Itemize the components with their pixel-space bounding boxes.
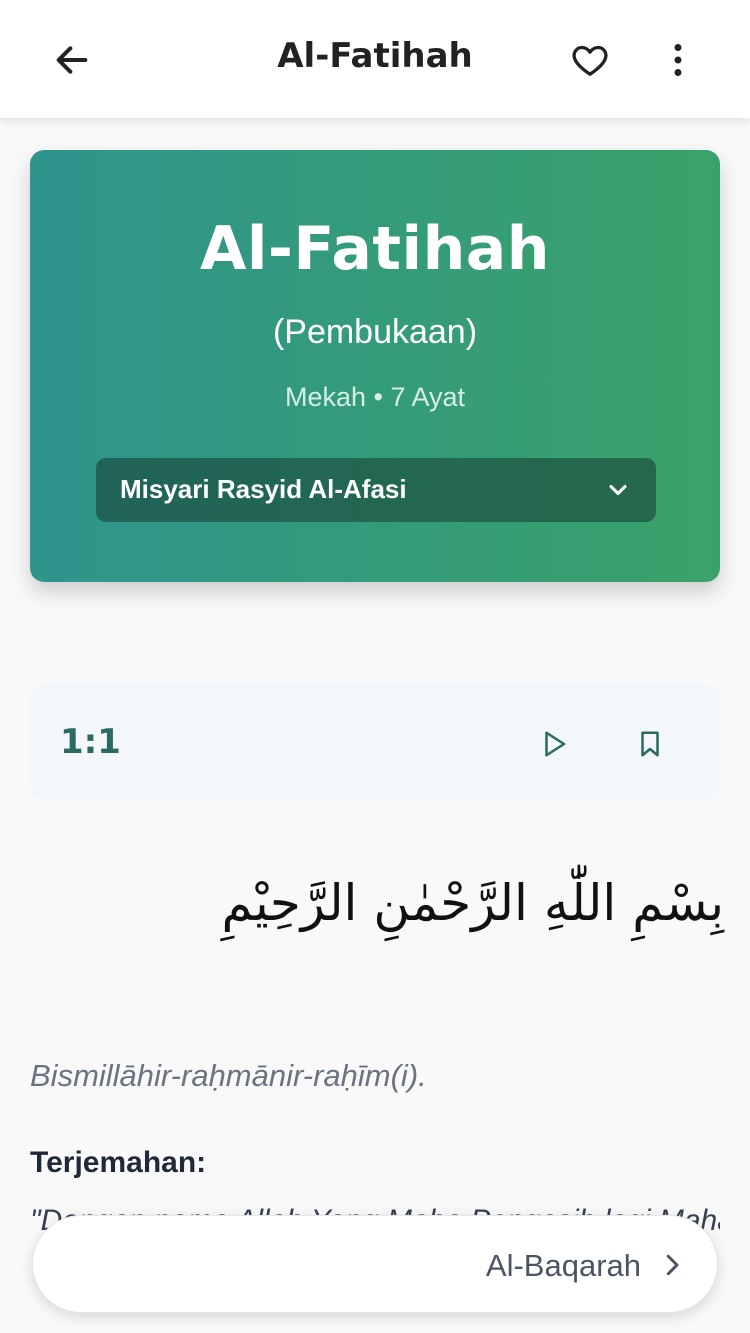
more-vertical-icon (674, 44, 682, 76)
translation-label: Terjemahan: (30, 1146, 207, 1179)
heart-icon (572, 45, 608, 76)
play-verse-button[interactable] (532, 722, 576, 766)
reciter-select[interactable]: Misyari Rasyid Al-Afasi (96, 458, 656, 522)
surah-meaning: (Pembukaan) (272, 313, 478, 351)
chevron-right-icon (666, 1254, 679, 1276)
verse-toolbar: 1:1 (30, 684, 720, 800)
next-surah-button[interactable]: Al-Baqarah (32, 1215, 718, 1313)
chevron-down-icon (609, 484, 627, 496)
bookmark-verse-button[interactable] (628, 722, 672, 766)
more-options-button[interactable] (650, 32, 706, 88)
next-surah-label: Al-Baqarah (485, 1248, 641, 1283)
verse-transliteration: Bismillāhir-raḥmānir-raḥīm(i). (30, 1058, 427, 1093)
verse-number: 1:1 (60, 722, 121, 762)
reciter-label: Misyari Rasyid Al-Afasi (120, 474, 407, 504)
surah-info-card: Al-Fatihah (Pembukaan) Mekah • 7 Ayat Mi… (30, 150, 720, 582)
favorite-button[interactable] (562, 32, 618, 88)
page-title: Al-Fatihah (277, 36, 473, 76)
bookmark-icon (641, 731, 659, 757)
verse-arabic-text: بِسْمِ اللّٰهِ الرَّحْمٰنِ الرَّحِيْمِ (221, 874, 724, 932)
surah-name: Al-Fatihah (199, 214, 551, 284)
app-bar: Al-Fatihah (0, 0, 750, 118)
surah-meta: Mekah • 7 Ayat (284, 382, 466, 412)
play-icon (545, 731, 566, 757)
